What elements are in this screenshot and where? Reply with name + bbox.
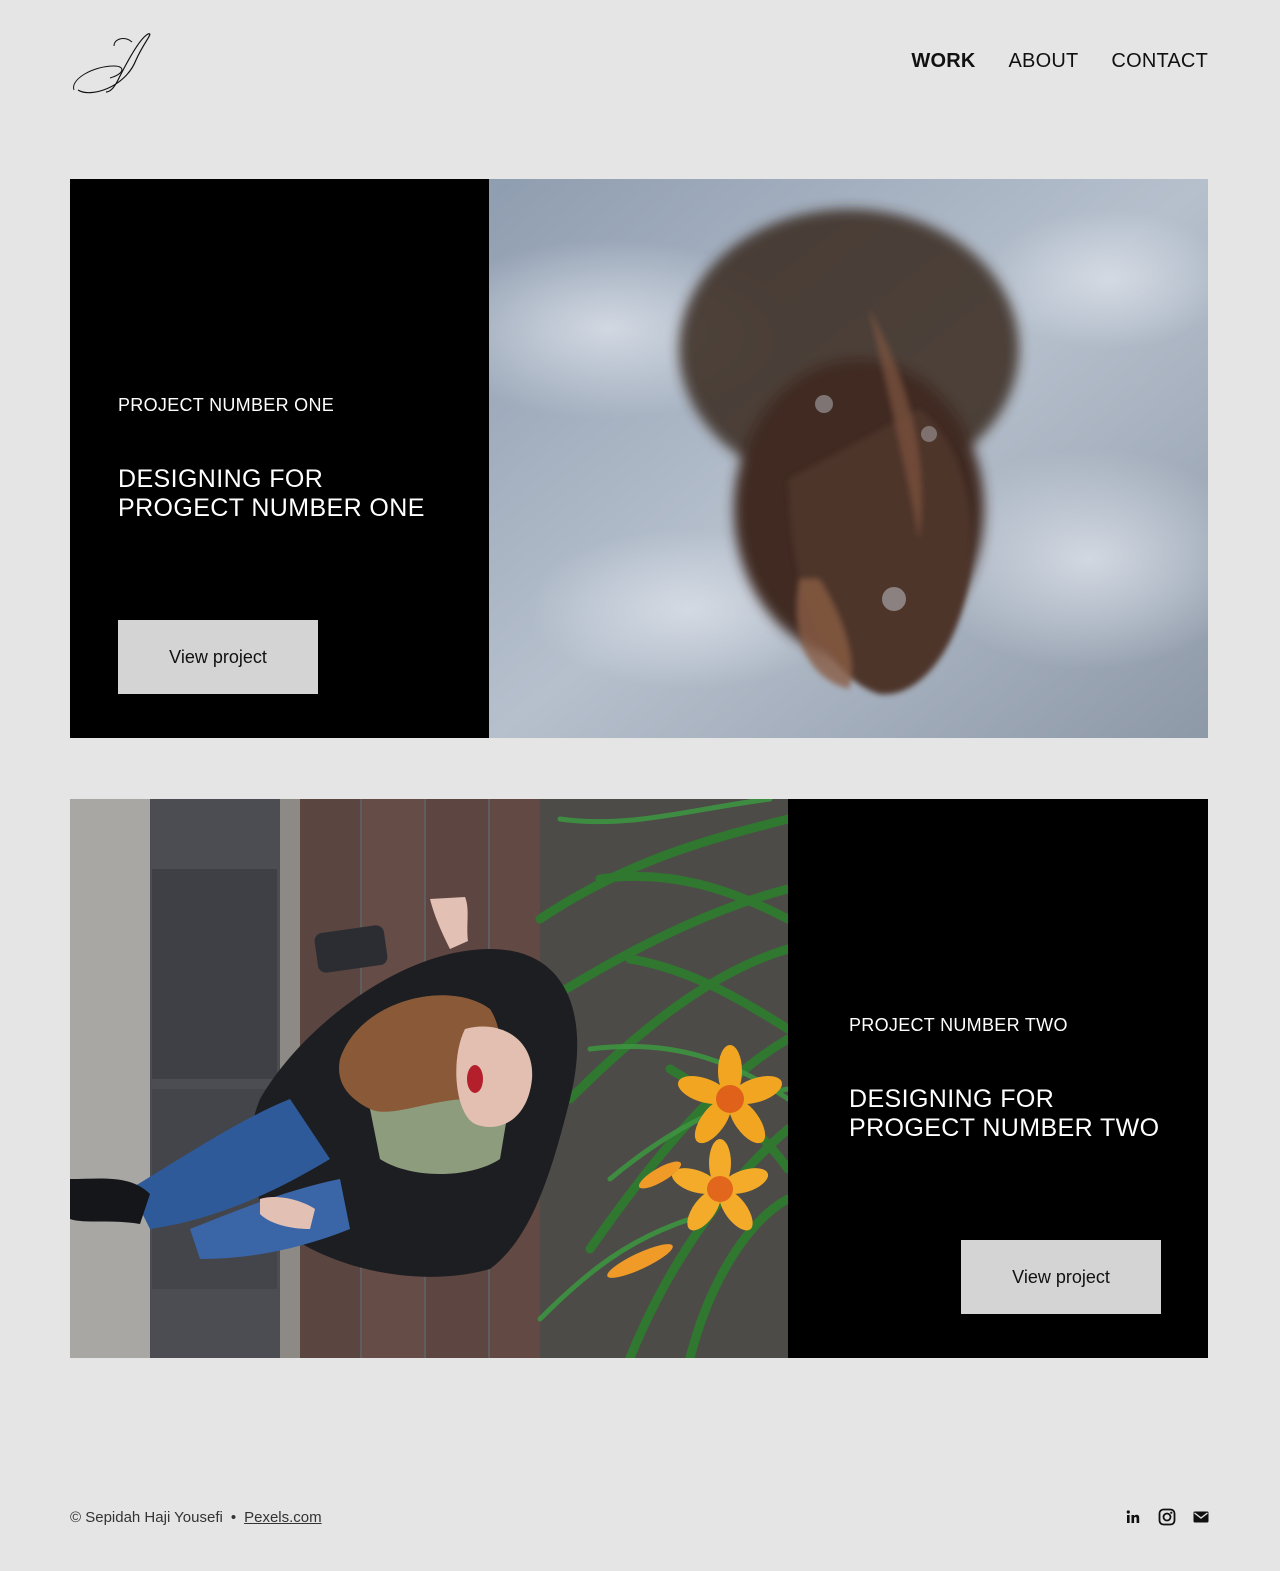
social-icons (1124, 1508, 1210, 1526)
project-photo-reflection (489, 179, 1208, 738)
script-s-logo-icon[interactable] (70, 30, 154, 94)
project-kicker: PROJECT NUMBER TWO (849, 1015, 1068, 1035)
nav-work[interactable]: WORK (911, 50, 975, 73)
project-card-two: PROJECT NUMBER TWO DESIGNING FOR PROGECT… (70, 799, 1208, 1358)
project-headline-line2: PROGECT NUMBER TWO (849, 1114, 1160, 1142)
project-info-panel: PROJECT NUMBER TWO DESIGNING FOR PROGECT… (788, 799, 1208, 1358)
project-headline: DESIGNING FOR PROGECT NUMBER ONE (118, 465, 425, 523)
nav-about[interactable]: ABOUT (1009, 50, 1079, 73)
separator-dot: • (230, 1509, 237, 1526)
footer-credits: © Sepidah Haji Yousefi • Pexels.com (70, 1509, 322, 1526)
nav-contact[interactable]: CONTACT (1111, 50, 1208, 73)
project-headline-line1: DESIGNING FOR (118, 465, 324, 493)
main-nav: WORK ABOUT CONTACT (911, 50, 1208, 73)
copyright-text: © Sepidah Haji Yousefi (70, 1509, 223, 1526)
view-project-button[interactable]: View project (961, 1240, 1161, 1314)
project-headline: DESIGNING FOR PROGECT NUMBER TWO (849, 1085, 1159, 1143)
project-kicker: PROJECT NUMBER ONE (118, 395, 335, 415)
project-headline-line1: DESIGNING FOR (849, 1085, 1055, 1113)
portfolio-page: WORK ABOUT CONTACT PROJECT NUMBER ONE DE… (0, 0, 1280, 1571)
linkedin-icon[interactable] (1124, 1508, 1142, 1526)
instagram-icon[interactable] (1158, 1508, 1176, 1526)
mail-icon[interactable] (1192, 1508, 1210, 1526)
project-info-panel: PROJECT NUMBER ONE DESIGNING FOR PROGECT… (70, 179, 489, 738)
pexels-link[interactable]: Pexels.com (244, 1509, 322, 1526)
view-project-button[interactable]: View project (118, 620, 318, 694)
project-photo-bench (70, 799, 788, 1358)
project-card-one: PROJECT NUMBER ONE DESIGNING FOR PROGECT… (70, 179, 1208, 738)
project-headline-line2: PROGECT NUMBER ONE (118, 494, 425, 522)
